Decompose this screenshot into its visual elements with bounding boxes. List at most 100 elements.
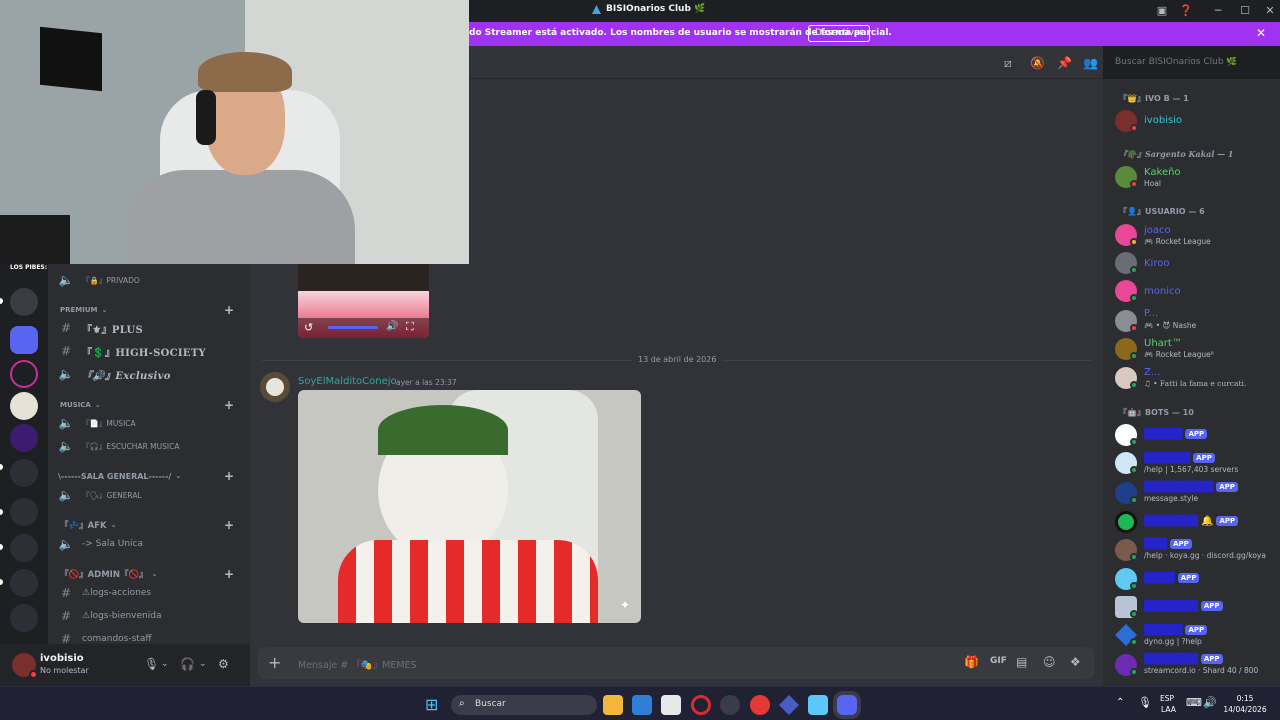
language-indicator[interactable]: ESP [1160, 694, 1174, 703]
composer-placeholder[interactable]: Mensaje # 『🎭』MEMES [298, 657, 417, 671]
chevron-down-icon[interactable]: ⌄ [161, 659, 169, 669]
category-admin[interactable]: 『🚫』ADMIN『🚫』 ⌄ + [58, 567, 248, 581]
replay-icon[interactable]: ↺ [304, 321, 313, 334]
file-explorer-icon[interactable] [603, 695, 623, 715]
member-name[interactable]: ███████ APP [1144, 601, 1223, 612]
network-icon[interactable]: ⌨ [1186, 696, 1202, 709]
close-window-button[interactable]: ✕ [1260, 3, 1280, 19]
member-name[interactable]: P... [1144, 308, 1158, 319]
threads-icon[interactable]: ⧄ [1004, 56, 1012, 71]
sticker-icon[interactable]: ▤ [1016, 655, 1027, 669]
channel-plus[interactable]: # 『⚜』PLUS [58, 318, 248, 338]
category-sala-general[interactable]: \------SALA GENERAL------/⌄ + [58, 469, 248, 483]
chevron-up-icon[interactable]: ⌃ [1116, 697, 1124, 708]
windows-start-icon[interactable]: ⊞ [425, 695, 438, 714]
microphone-icon[interactable]: 🎙 [1138, 696, 1152, 709]
channel-comandos-staff[interactable]: # comandos-staff [58, 629, 248, 644]
member-name[interactable]: monico [1144, 286, 1181, 297]
emoji-icon[interactable]: ☺ [1043, 655, 1056, 669]
channel-logs-bienvenida[interactable]: # ⚠logs-bienvenida [58, 606, 248, 626]
member-name[interactable]: ████ APP [1144, 573, 1200, 584]
member-name[interactable]: █████ APP [1144, 429, 1208, 440]
settings-gear-icon[interactable]: ⚙ [218, 657, 229, 671]
voice-channel-sala-unica[interactable]: 🔈 -> Sala Unica [58, 534, 248, 554]
message-image-joker[interactable]: ✦ [298, 390, 641, 623]
server-crown-icon[interactable] [10, 360, 38, 388]
add-channel-icon[interactable]: + [224, 567, 234, 581]
member-name[interactable]: ██████ APP [1144, 453, 1215, 464]
message-author[interactable]: SoyElMalditoConejo [298, 376, 397, 387]
volume-icon[interactable]: 🔊 [386, 321, 398, 332]
member-name[interactable]: Z... [1144, 367, 1160, 378]
avatar[interactable] [260, 372, 290, 402]
pinned-icon[interactable]: 📌 [1057, 56, 1072, 70]
disable-streamer-mode-button[interactable]: Desactivar [808, 25, 871, 42]
member-name[interactable]: ███ APP [1144, 539, 1192, 550]
message-composer[interactable]: + Mensaje # 『🎭』MEMES 🎁 GIF ▤ ☺ ❖ [258, 647, 1094, 679]
server-folder-icon[interactable] [10, 288, 38, 316]
help-icon[interactable]: ❓ [1176, 3, 1196, 19]
microphone-icon[interactable]: 🎙 [144, 657, 159, 671]
avatar[interactable] [1115, 511, 1137, 533]
add-channel-icon[interactable]: + [224, 303, 234, 317]
video-progress-bar[interactable] [328, 326, 378, 329]
channel-high-society[interactable]: # 『💲』HIGH-SOCIETY [58, 341, 248, 361]
photos-icon[interactable] [632, 695, 652, 715]
member-name[interactable]: ███████ 🔔 APP [1144, 516, 1239, 527]
volume-icon[interactable]: 🔊 [1203, 696, 1217, 709]
category-afk[interactable]: 『💤』AFK ⌄ + [58, 518, 248, 532]
server-icon[interactable] [10, 424, 38, 452]
app-icon[interactable] [779, 695, 799, 715]
member-name[interactable]: Kiroo [1144, 258, 1169, 269]
gift-icon[interactable]: 🎁 [964, 655, 979, 669]
close-icon[interactable]: ✕ [1256, 26, 1266, 40]
member-name[interactable]: █████████ APP [1144, 482, 1238, 493]
search-input[interactable] [1110, 52, 1274, 72]
voice-channel-privado[interactable]: 🔈 『🔒』PRIVADO [58, 270, 248, 290]
server-icon[interactable] [10, 392, 38, 420]
voice-channel-exclusivo[interactable]: 🔈 『🔊』Exclusivo [58, 364, 248, 384]
notifications-muted-icon[interactable]: 🔕 [1030, 56, 1045, 70]
member-name[interactable]: Kakeño [1144, 167, 1181, 178]
headphones-icon[interactable]: 🎧 [180, 657, 195, 671]
gif-icon[interactable]: GIF [990, 656, 1007, 666]
minimize-button[interactable]: ─ [1208, 3, 1228, 19]
inbox-icon[interactable]: ▣ [1152, 3, 1172, 19]
server-folder-icon[interactable] [10, 604, 38, 632]
snipping-tool-icon[interactable] [661, 695, 681, 715]
opera-icon[interactable] [691, 695, 711, 715]
apps-icon[interactable]: ❖ [1070, 655, 1081, 669]
voice-channel-musica[interactable]: 🔈 『📄』MUSICA [58, 413, 248, 433]
plus-icon[interactable]: + [268, 653, 281, 672]
maximize-button[interactable]: ☐ [1235, 3, 1255, 19]
member-name[interactable]: █████ APP [1144, 625, 1208, 636]
category-musica[interactable]: MUSICA ⌄ + [58, 398, 248, 412]
fullscreen-icon[interactable]: ⛶ [406, 320, 414, 334]
notepad-icon[interactable] [808, 695, 828, 715]
voice-channel-general[interactable]: 🔈 『🗣』GENERAL [58, 485, 248, 505]
category-premium[interactable]: PREMIUM ⌄ + [58, 303, 248, 317]
member-name[interactable]: Uhart™ [1144, 338, 1182, 349]
add-channel-icon[interactable]: + [224, 398, 234, 412]
message-image-hearts[interactable]: ↺ 🔊 ⛶ [298, 264, 429, 338]
server-icon[interactable] [10, 326, 38, 354]
member-name[interactable]: ivobisio [1144, 115, 1182, 126]
server-folder-icon[interactable] [10, 534, 38, 562]
app-icon[interactable] [750, 695, 770, 715]
sparkle-icon[interactable]: ✦ [620, 598, 630, 612]
member-name[interactable]: joaco [1144, 225, 1171, 236]
discord-icon[interactable] [837, 695, 857, 715]
voice-channel-escuchar-musica[interactable]: 🔈 『🎧』ESCUCHAR MUSICA [58, 436, 248, 456]
server-folder-icon[interactable] [10, 569, 38, 597]
status-online-icon [1130, 294, 1138, 302]
server-folder-icon[interactable] [10, 459, 38, 487]
chevron-down-icon[interactable]: ⌄ [199, 659, 207, 669]
channel-logs-acciones[interactable]: # ⚠logs-acciones [58, 583, 248, 603]
add-channel-icon[interactable]: + [224, 469, 234, 483]
add-channel-icon[interactable]: + [224, 518, 234, 532]
app-icon[interactable] [720, 695, 740, 715]
server-folder-icon[interactable] [10, 498, 38, 526]
member-name[interactable]: ███████ APP [1144, 654, 1223, 665]
taskbar-search[interactable]: ⌕ Buscar [451, 695, 597, 715]
member-list-icon[interactable]: 👥 [1083, 56, 1098, 70]
